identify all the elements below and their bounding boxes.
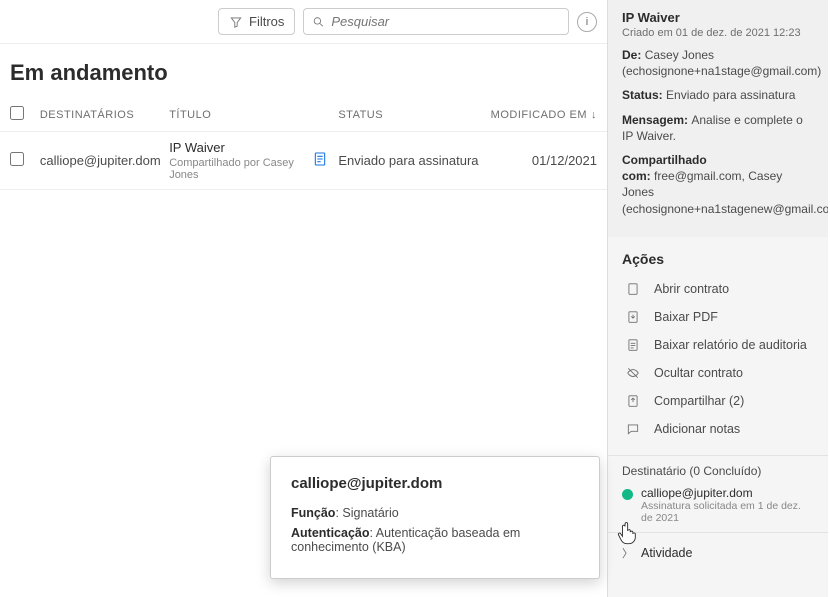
recipients-heading: Destinatário (0 Concluído) <box>622 464 814 478</box>
document-icon <box>312 151 328 170</box>
select-all-checkbox[interactable] <box>10 106 24 120</box>
col-header-title[interactable]: TÍTULO <box>169 109 338 121</box>
chevron-right-icon: 〉 <box>622 545 633 561</box>
table-row[interactable]: calliope@jupiter.dom IP Waiver Compartil… <box>0 132 607 190</box>
recipient-email: calliope@jupiter.dom <box>641 486 814 500</box>
action-share[interactable]: Compartilhar (2) <box>618 387 818 415</box>
row-subtitle: Compartilhado por Casey Jones <box>169 157 312 181</box>
col-header-status[interactable]: STATUS <box>338 109 487 121</box>
recipient-sub: Assinatura solicitada em 1 de dez. de 20… <box>641 500 814 524</box>
row-title: IP Waiver <box>169 140 312 155</box>
action-label: Abrir contrato <box>654 282 729 296</box>
activity-toggle[interactable]: 〉 Atividade <box>608 532 828 573</box>
row-status: Enviado para assinatura <box>338 153 487 168</box>
info-icon[interactable]: i <box>577 12 597 32</box>
filter-icon <box>229 15 243 29</box>
share-icon <box>624 394 642 408</box>
recipient-entry[interactable]: calliope@jupiter.dom Assinatura solicita… <box>622 486 814 524</box>
search-icon <box>312 15 325 29</box>
action-label: Baixar PDF <box>654 310 718 324</box>
status-dot-icon <box>622 489 633 500</box>
download-pdf-icon <box>624 310 642 324</box>
col-header-modified[interactable]: MODIFICADO EM↓ <box>488 109 597 121</box>
table-header-row: DESTINATÁRIOS TÍTULO STATUS MODIFICADO E… <box>0 98 607 132</box>
details-title: IP Waiver <box>622 10 814 25</box>
row-checkbox[interactable] <box>10 152 24 166</box>
filters-button[interactable]: Filtros <box>218 8 295 35</box>
action-label: Adicionar notas <box>654 422 740 436</box>
col-header-recipients[interactable]: DESTINATÁRIOS <box>40 109 169 121</box>
action-audit[interactable]: Baixar relatório de auditoria <box>618 331 818 359</box>
recipient-popup: calliope@jupiter.dom Função: Signatário … <box>270 456 600 579</box>
details-created: Criado em 01 de dez. de 2021 12:23 <box>622 27 814 39</box>
open-icon <box>624 282 642 296</box>
action-label: Baixar relatório de auditoria <box>654 338 807 352</box>
action-note[interactable]: Adicionar notas <box>618 415 818 443</box>
audit-icon <box>624 338 642 352</box>
activity-label: Atividade <box>641 546 692 560</box>
action-open[interactable]: Abrir contrato <box>618 275 818 303</box>
note-icon <box>624 422 642 436</box>
action-download-pdf[interactable]: Baixar PDF <box>618 303 818 331</box>
page-title: Em andamento <box>0 44 607 98</box>
action-label: Compartilhar (2) <box>654 394 744 408</box>
search-input[interactable] <box>331 14 560 29</box>
action-hide[interactable]: Ocultar contrato <box>618 359 818 387</box>
popup-title: calliope@jupiter.dom <box>291 475 579 492</box>
details-panel: IP Waiver Criado em 01 de dez. de 2021 1… <box>607 0 828 597</box>
actions-heading: Ações <box>608 237 828 275</box>
row-recipient: calliope@jupiter.dom <box>40 153 169 168</box>
sort-desc-icon: ↓ <box>591 109 597 121</box>
search-box[interactable] <box>303 8 569 35</box>
row-modified: 01/12/2021 <box>488 153 597 168</box>
filters-label: Filtros <box>249 14 284 29</box>
hide-icon <box>624 366 642 380</box>
action-label: Ocultar contrato <box>654 366 743 380</box>
